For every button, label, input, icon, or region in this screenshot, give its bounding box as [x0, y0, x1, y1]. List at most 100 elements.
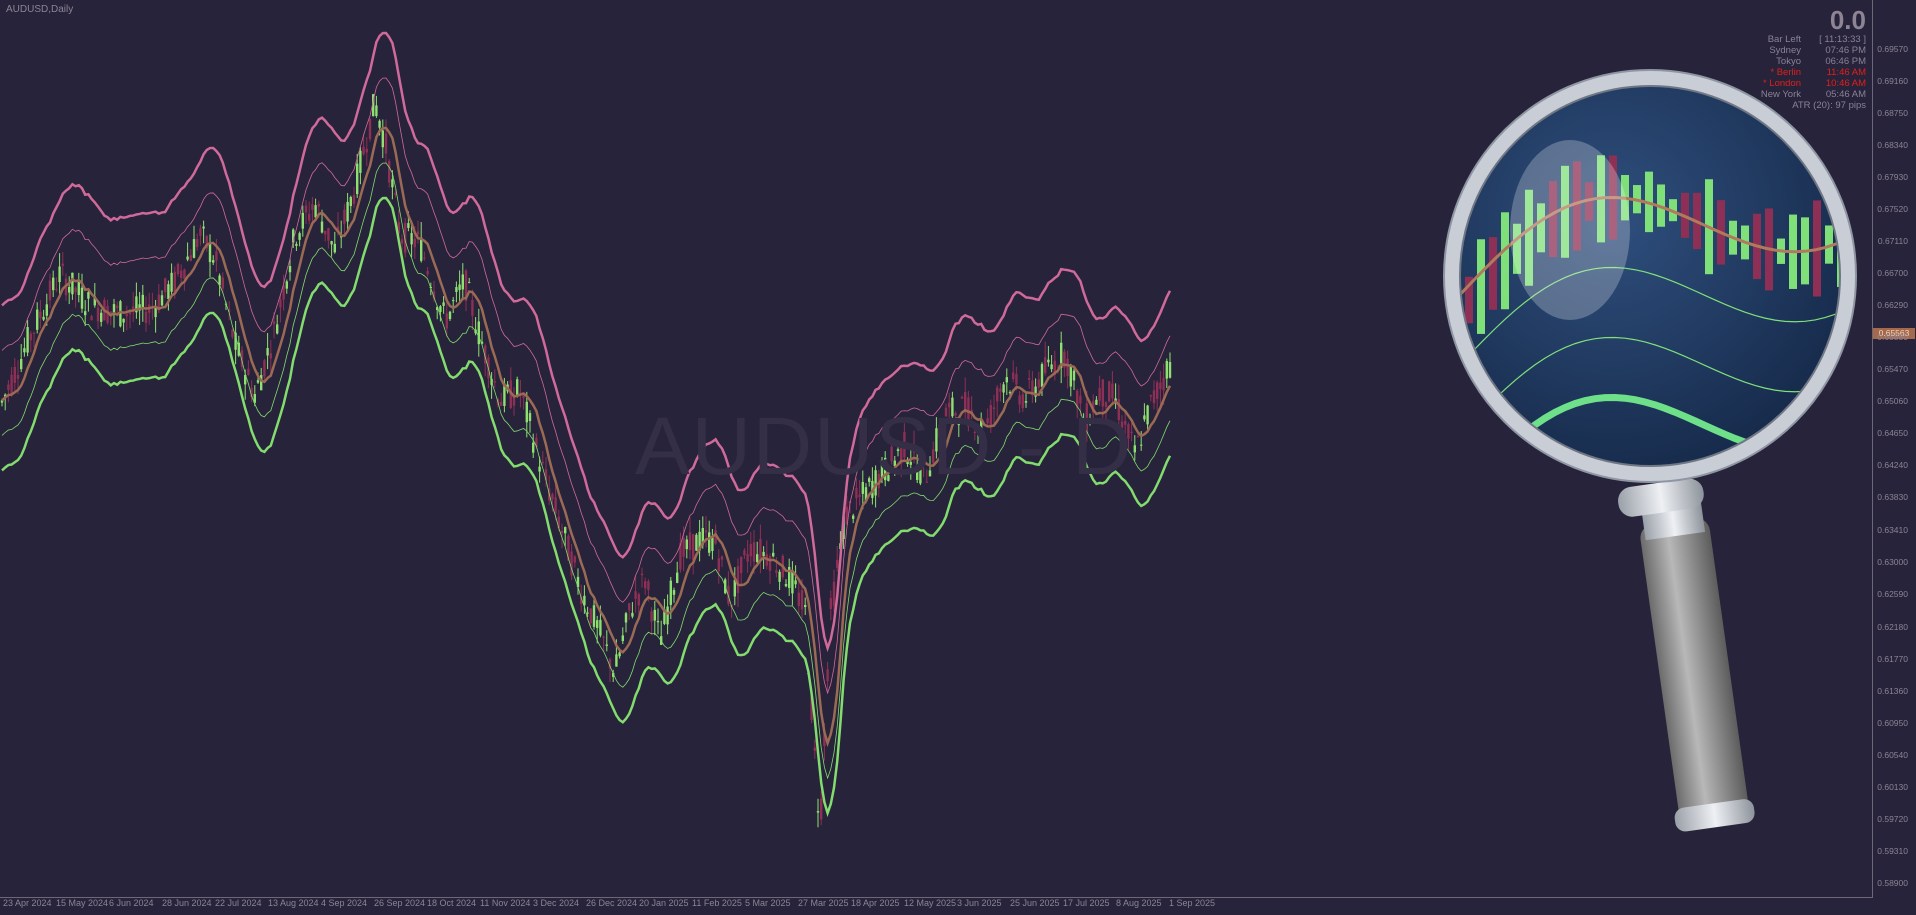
- info-key: Sydney: [1769, 45, 1801, 56]
- price-tick: 0.64240: [1877, 460, 1908, 471]
- candle-body: [634, 591, 637, 599]
- candle-body: [554, 497, 557, 514]
- candle-body: [644, 581, 647, 589]
- candle-body: [202, 226, 205, 229]
- candle-body: [413, 238, 416, 248]
- candle-body: [688, 532, 692, 551]
- candle-body: [269, 353, 272, 359]
- price-tick: 0.65060: [1877, 396, 1908, 407]
- candle-body: [541, 461, 544, 464]
- info-panel: 0.0 Bar Left[ 11:13:33 ] Sydney 07:46 PM To…: [1751, 7, 1866, 111]
- candle-body: [410, 233, 413, 245]
- candle-body: [448, 311, 452, 320]
- candle-body: [212, 260, 215, 263]
- candle-body: [1133, 445, 1136, 453]
- candle-body: [343, 209, 346, 224]
- candle-body: [416, 231, 420, 235]
- candle-body: [800, 590, 804, 610]
- candle-body: [442, 302, 445, 306]
- candle-body: [618, 652, 621, 657]
- candle-body: [304, 205, 308, 213]
- candle-body: [308, 213, 311, 221]
- candle-body: [1002, 384, 1005, 393]
- date-tick: 26 Sep 2024: [374, 898, 426, 908]
- candle-body: [532, 442, 535, 453]
- candle-body: [775, 570, 778, 574]
- candle-body: [423, 257, 426, 259]
- date-tick: 11 Nov 2024: [480, 898, 531, 908]
- candle-body: [20, 359, 23, 370]
- candle-body: [1028, 378, 1031, 380]
- candle-body: [628, 603, 631, 611]
- price-tick: 0.63000: [1877, 557, 1908, 568]
- candle-body: [61, 263, 64, 266]
- candle-body: [317, 203, 320, 207]
- candle-body: [74, 287, 77, 293]
- candle-body: [762, 551, 765, 557]
- candle-body: [820, 798, 823, 820]
- candle-body: [256, 380, 260, 383]
- candle-body: [858, 494, 861, 498]
- info-value: 11:46 AM: [1826, 67, 1866, 78]
- lens-candle: [1477, 239, 1485, 334]
- candle-body: [1066, 358, 1069, 376]
- price-tick: 0.60130: [1877, 781, 1908, 792]
- candle-body: [471, 299, 474, 316]
- candle-body: [1012, 372, 1015, 380]
- candle-body: [797, 592, 800, 607]
- info-rows: Bar Left [ 11:13:33 ] Sydney 07:46 PM Tokyo 0…: [1751, 34, 1866, 111]
- candle-body: [602, 636, 605, 638]
- candle-body: [516, 379, 519, 395]
- candle-body: [1037, 379, 1040, 388]
- info-key: New York: [1760, 89, 1801, 100]
- date-tick: 27 Mar 2025: [798, 898, 849, 908]
- candle-body: [189, 255, 192, 261]
- candle-body: [832, 581, 836, 607]
- date-tick: 20 Jan 2025: [639, 898, 689, 908]
- candle-body: [87, 292, 90, 299]
- candle-body: [247, 368, 250, 375]
- candle-body: [346, 201, 349, 222]
- date-tick: 25 Jun 2025: [1010, 898, 1060, 908]
- candle-body: [477, 321, 480, 345]
- candle-body: [826, 669, 829, 682]
- candle-body: [71, 272, 74, 295]
- candle-body: [199, 228, 202, 236]
- candle-body: [746, 553, 749, 562]
- date-tick: 5 Mar 2025: [745, 898, 791, 908]
- candle-body: [173, 271, 176, 293]
- candle-body: [1140, 444, 1143, 446]
- candle-body: [39, 311, 42, 318]
- candle-body: [7, 384, 10, 391]
- candle-body: [349, 197, 352, 207]
- candle-body: [1050, 364, 1053, 370]
- candle-body: [42, 316, 45, 320]
- candle-body: [538, 466, 541, 472]
- candle-body: [772, 552, 775, 557]
- candle-body: [458, 284, 461, 291]
- candle-body: [96, 307, 100, 322]
- price-tick: 0.66700: [1877, 268, 1908, 279]
- candle-body: [391, 179, 394, 188]
- candle-body: [167, 284, 170, 299]
- candle-body: [1146, 405, 1149, 425]
- candle-body: [813, 747, 816, 751]
- candle-body: [752, 542, 756, 562]
- candle-body: [48, 280, 52, 301]
- candle-body: [672, 590, 676, 595]
- price-tick: 0.66290: [1877, 300, 1908, 311]
- candle-body: [720, 556, 724, 560]
- candle-body: [125, 314, 128, 317]
- magnifying-glass-icon: [1443, 69, 1857, 832]
- candle-body: [455, 287, 458, 293]
- info-row: Tokyo 06:46 PM: [1751, 56, 1866, 67]
- candle-body: [1168, 362, 1172, 378]
- price-tick: 0.61360: [1877, 685, 1908, 696]
- candle-body: [1111, 383, 1114, 399]
- date-tick: 6 Jun 2024: [109, 898, 154, 908]
- candle-body: [551, 494, 554, 500]
- candle-body: [685, 539, 688, 550]
- candle-body: [1156, 382, 1159, 399]
- candle-body: [717, 558, 720, 572]
- candle-body: [183, 269, 186, 280]
